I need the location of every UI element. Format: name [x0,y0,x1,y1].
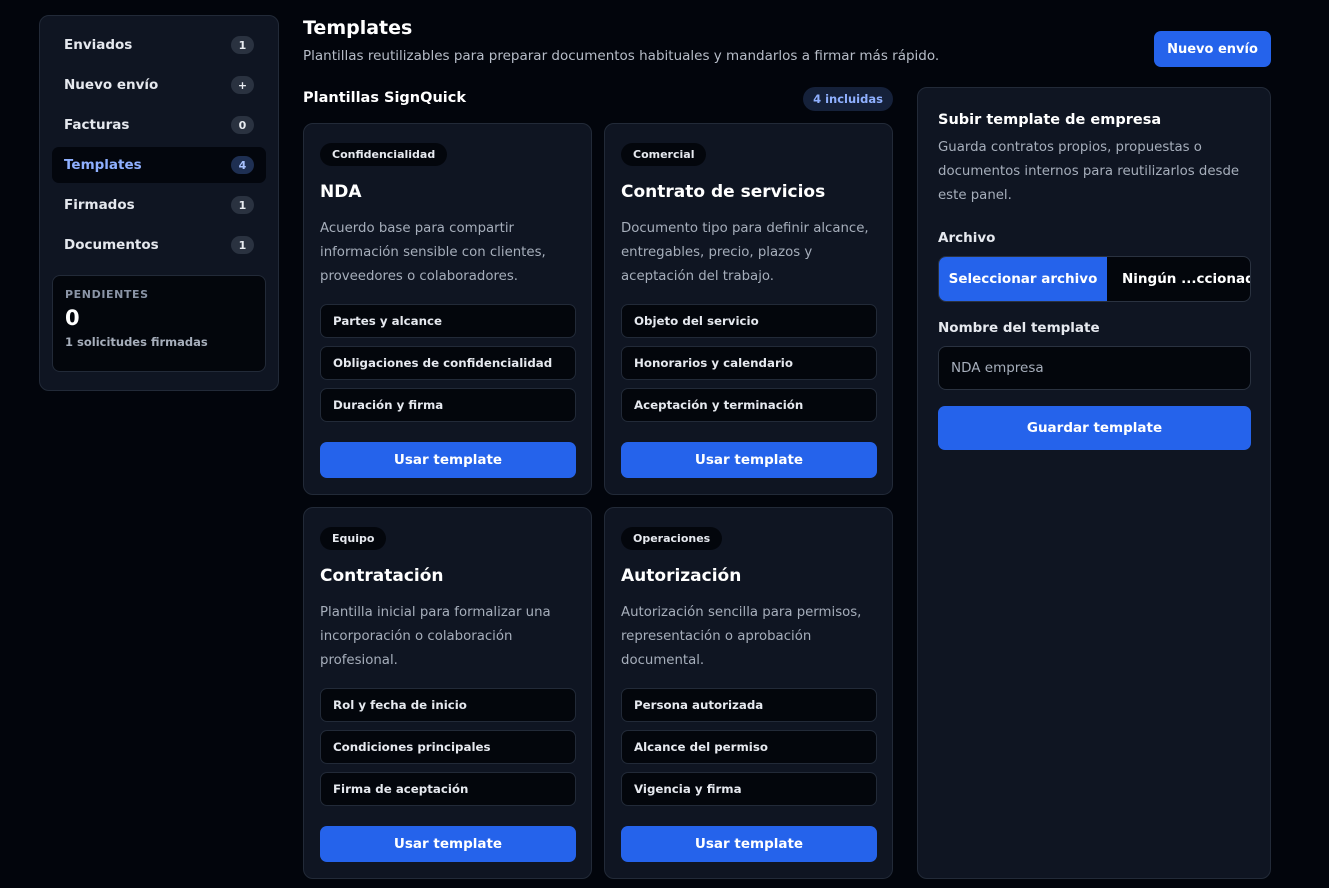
count-badge: 1 [231,36,254,54]
template-card-nda: Confidencialidad NDA Acuerdo base para c… [303,123,592,495]
file-field-label: Archivo [938,230,996,246]
sidebar-item-label: Enviados [64,37,133,53]
list-item: Firma de aceptación [320,772,576,806]
count-badge: 1 [231,196,254,214]
use-template-button[interactable]: Usar template [621,826,877,862]
sidebar-item-label: Firmados [64,197,135,213]
upload-panel-title: Subir template de empresa [938,112,1162,128]
card-section-list: Objeto del servicio Honorarios y calenda… [621,304,877,430]
pending-count: 0 [65,306,80,330]
upload-template-panel: Subir template de empresa Guarda contrat… [917,87,1271,879]
card-description: Autorización sencilla para permisos, rep… [621,605,862,668]
count-badge: 1 [231,236,254,254]
sidebar-item-facturas[interactable]: Facturas 0 [52,107,266,143]
count-badge: 4 [231,156,254,174]
template-card-autorizacion: Operaciones Autorización Autorización se… [604,507,893,879]
count-badge: 0 [231,116,254,134]
list-item: Partes y alcance [320,304,576,338]
card-description: Plantilla inicial para formalizar una in… [320,605,551,668]
use-template-button[interactable]: Usar template [621,442,877,478]
list-item: Rol y fecha de inicio [320,688,576,722]
template-card-contrato-servicios: Comercial Contrato de servicios Document… [604,123,893,495]
pending-subtitle: 1 solicitudes firmadas [65,335,208,349]
template-name-label: Nombre del template [938,320,1100,336]
sidebar-item-templates[interactable]: Templates 4 [52,147,266,183]
pending-summary: PENDIENTES 0 1 solicitudes firmadas [52,275,266,372]
save-template-button[interactable]: Guardar template [938,406,1251,450]
select-file-button[interactable]: Seleccionar archivo [939,257,1107,301]
upload-panel-description: Guarda contratos propios, propuestas o d… [938,140,1240,203]
use-template-button[interactable]: Usar template [320,826,576,862]
list-item: Persona autorizada [621,688,877,722]
card-description: Documento tipo para definir alcance, ent… [621,221,869,284]
card-section-list: Rol y fecha de inicio Condiciones princi… [320,688,576,814]
template-card-contratacion: Equipo Contratación Plantilla inicial pa… [303,507,592,879]
list-item: Vigencia y firma [621,772,877,806]
included-count-badge: 4 incluidas [803,87,893,111]
card-section-list: Persona autorizada Alcance del permiso V… [621,688,877,814]
card-section-list: Partes y alcance Obligaciones de confide… [320,304,576,430]
category-tag: Equipo [320,527,387,550]
card-title: Contratación [320,566,444,586]
sidebar-item-enviados[interactable]: Enviados 1 [52,27,266,63]
list-item: Honorarios y calendario [621,346,877,380]
card-title: Autorización [621,566,742,586]
file-input[interactable]: Seleccionar archivo Ningún ...ccionado [938,256,1251,302]
section-title: Plantillas SignQuick [303,90,466,106]
list-item: Obligaciones de confidencialidad [320,346,576,380]
sidebar-item-firmados[interactable]: Firmados 1 [52,187,266,223]
category-tag: Confidencialidad [320,143,448,166]
pending-title: PENDIENTES [65,288,149,301]
use-template-button[interactable]: Usar template [320,442,576,478]
list-item: Condiciones principales [320,730,576,764]
templates-page: Enviados 1 Nuevo envío + Facturas 0 Temp… [0,0,1329,888]
sidebar-item-label: Templates [64,157,142,173]
card-title: Contrato de servicios [621,182,826,202]
list-item: Objeto del servicio [621,304,877,338]
list-item: Aceptación y terminación [621,388,877,422]
sidebar-item-label: Facturas [64,117,130,133]
sidebar-item-documentos[interactable]: Documentos 1 [52,227,266,263]
template-name-input[interactable] [938,346,1251,390]
card-title: NDA [320,182,362,202]
selected-file-name: Ningún ...ccionado [1122,271,1250,287]
category-tag: Operaciones [621,527,723,550]
page-title: Templates [303,17,413,39]
page-subtitle: Plantillas reutilizables para preparar d… [303,48,940,64]
sidebar-item-label: Documentos [64,237,159,253]
sidebar-item-nuevo-envio[interactable]: Nuevo envío + [52,67,266,103]
list-item: Duración y firma [320,388,576,422]
new-send-button[interactable]: Nuevo envío [1154,31,1271,67]
plus-badge: + [231,76,254,94]
category-tag: Comercial [621,143,707,166]
card-description: Acuerdo base para compartir información … [320,221,546,284]
list-item: Alcance del permiso [621,730,877,764]
sidebar: Enviados 1 Nuevo envío + Facturas 0 Temp… [39,15,279,391]
sidebar-item-label: Nuevo envío [64,77,159,93]
